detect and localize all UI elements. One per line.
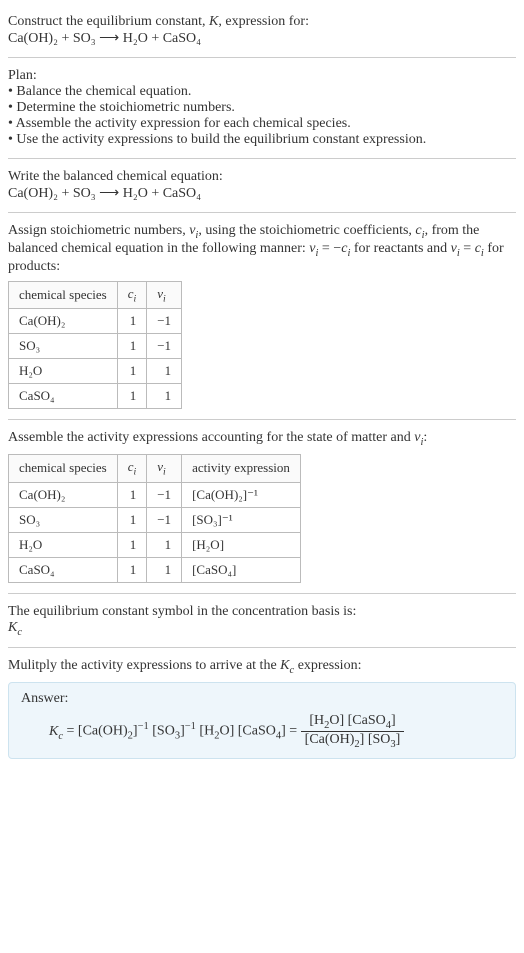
- cell-species: H₂O: [9, 359, 118, 384]
- col-v: νi: [147, 454, 182, 482]
- col-v: νi: [147, 281, 182, 309]
- cell-v: 1: [147, 359, 182, 384]
- cell-species: CaSO₄: [9, 384, 118, 409]
- plan-step: • Use the activity expressions to build …: [8, 132, 516, 148]
- stoich-table: chemical species ci νi Ca(OH)₂ 1 −1 SO₃ …: [8, 281, 182, 410]
- table-header-row: chemical species ci νi activity expressi…: [9, 454, 301, 482]
- cell-v: −1: [147, 482, 182, 507]
- cell-species: SO₃: [9, 334, 118, 359]
- cell-species: SO₃: [9, 507, 118, 532]
- cell-species: H₂O: [9, 532, 118, 557]
- stoich-intro: Assign stoichiometric numbers, νi, using…: [8, 223, 516, 275]
- cell-c: 1: [117, 532, 147, 557]
- cell-v: 1: [147, 557, 182, 582]
- cell-v: 1: [147, 532, 182, 557]
- col-expr: activity expression: [182, 454, 301, 482]
- prompt-header: Construct the equilibrium constant, K, e…: [8, 14, 516, 47]
- activity-section: Assemble the activity expressions accoun…: [8, 430, 516, 582]
- plan-title: Plan:: [8, 68, 516, 84]
- divider: [8, 419, 516, 420]
- table-row: CaSO₄ 1 1 [CaSO₄]: [9, 557, 301, 582]
- symbol-line1: The equilibrium constant symbol in the c…: [8, 604, 516, 620]
- prompt-line1: Construct the equilibrium constant, K, e…: [8, 14, 516, 30]
- divider: [8, 57, 516, 58]
- cell-c: 1: [117, 384, 147, 409]
- cell-species: Ca(OH)₂: [9, 482, 118, 507]
- table-row: H₂O 1 1 [H₂O]: [9, 532, 301, 557]
- divider: [8, 647, 516, 648]
- prompt-equation: Ca(OH)₂ + SO₃ ⟶ H₂O + CaSO₄: [8, 30, 516, 47]
- plan-step: • Determine the stoichiometric numbers.: [8, 100, 516, 116]
- stoich-section: Assign stoichiometric numbers, νi, using…: [8, 223, 516, 409]
- answer-label: Answer:: [21, 691, 503, 707]
- col-species: chemical species: [9, 454, 118, 482]
- balanced-section: Write the balanced chemical equation: Ca…: [8, 169, 516, 202]
- cell-v: −1: [147, 507, 182, 532]
- activity-intro: Assemble the activity expressions accoun…: [8, 430, 516, 448]
- table-row: Ca(OH)₂ 1 −1: [9, 309, 182, 334]
- cell-v: 1: [147, 384, 182, 409]
- fraction-numerator: [H2O] [CaSO4]: [301, 713, 405, 732]
- table-row: SO₃ 1 −1: [9, 334, 182, 359]
- cell-c: 1: [117, 359, 147, 384]
- cell-expr: [SO₃]⁻¹: [182, 507, 301, 532]
- table-row: CaSO₄ 1 1: [9, 384, 182, 409]
- divider: [8, 158, 516, 159]
- col-species: chemical species: [9, 281, 118, 309]
- plan-section: Plan: • Balance the chemical equation. •…: [8, 68, 516, 148]
- symbol-line2: Kc: [8, 620, 516, 638]
- fraction-denominator: [Ca(OH)2] [SO3]: [301, 732, 405, 750]
- balanced-equation: Ca(OH)₂ + SO₃ ⟶ H₂O + CaSO₄: [8, 185, 516, 202]
- cell-expr: [Ca(OH)₂]⁻¹: [182, 482, 301, 507]
- cell-species: Ca(OH)₂: [9, 309, 118, 334]
- divider: [8, 212, 516, 213]
- cell-c: 1: [117, 557, 147, 582]
- cell-expr: [CaSO₄]: [182, 557, 301, 582]
- cell-c: 1: [117, 309, 147, 334]
- divider: [8, 593, 516, 594]
- cell-expr: [H₂O]: [182, 532, 301, 557]
- table-row: H₂O 1 1: [9, 359, 182, 384]
- plan-step: • Balance the chemical equation.: [8, 84, 516, 100]
- table-row: Ca(OH)₂ 1 −1 [Ca(OH)₂]⁻¹: [9, 482, 301, 507]
- table-row: SO₃ 1 −1 [SO₃]⁻¹: [9, 507, 301, 532]
- multiply-section: Mulitply the activity expressions to arr…: [8, 658, 516, 758]
- cell-species: CaSO₄: [9, 557, 118, 582]
- symbol-section: The equilibrium constant symbol in the c…: [8, 604, 516, 638]
- cell-c: 1: [117, 507, 147, 532]
- plan-step: • Assemble the activity expression for e…: [8, 116, 516, 132]
- cell-c: 1: [117, 482, 147, 507]
- cell-v: −1: [147, 309, 182, 334]
- answer-expression: Kc = [Ca(OH)2]−1 [SO3]−1 [H2O] [CaSO4] =…: [49, 713, 503, 750]
- balanced-intro: Write the balanced chemical equation:: [8, 169, 516, 185]
- col-c: ci: [117, 281, 147, 309]
- answer-box: Answer: Kc = [Ca(OH)2]−1 [SO3]−1 [H2O] […: [8, 682, 516, 759]
- col-c: ci: [117, 454, 147, 482]
- cell-v: −1: [147, 334, 182, 359]
- cell-c: 1: [117, 334, 147, 359]
- fraction: [H2O] [CaSO4] [Ca(OH)2] [SO3]: [301, 713, 405, 750]
- activity-table: chemical species ci νi activity expressi…: [8, 454, 301, 583]
- table-header-row: chemical species ci νi: [9, 281, 182, 309]
- multiply-intro: Mulitply the activity expressions to arr…: [8, 658, 516, 676]
